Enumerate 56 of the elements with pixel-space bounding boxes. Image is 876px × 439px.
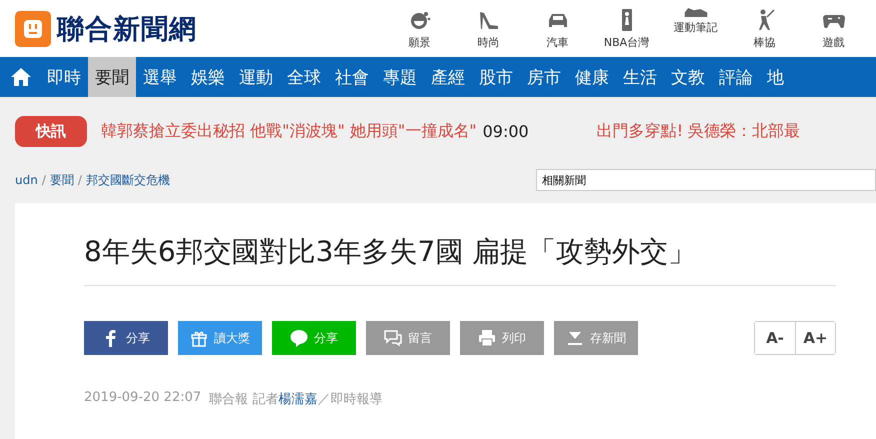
ticker-headline[interactable]: 出門多穿點! 吳德榮：北部最 xyxy=(596,120,800,142)
nav-tab[interactable]: 健康 xyxy=(568,57,616,97)
ticker-time: 09:00 xyxy=(482,122,529,140)
channel-label: 遊戲 xyxy=(822,34,844,50)
nav-tab[interactable]: 評論 xyxy=(712,57,760,97)
breadcrumb-link[interactable]: udn xyxy=(15,173,38,187)
shoe-icon xyxy=(684,8,708,16)
reporter-link[interactable]: 楊濡嘉 xyxy=(278,392,318,407)
channel-link[interactable]: 遊戲 xyxy=(799,8,868,50)
search-field[interactable]: 相關新聞 xyxy=(536,169,876,191)
breaking-news-badge: 快訊 xyxy=(15,116,87,146)
comment-icon xyxy=(384,329,402,347)
breadcrumb-link[interactable]: 邦交國斷交危機 xyxy=(86,172,170,188)
nav-tab[interactable]: 運動 xyxy=(232,57,280,97)
publish-date: 2019-09-20 22:07 xyxy=(84,390,202,407)
nav-tab[interactable]: 產經 xyxy=(424,57,472,97)
nav-tab[interactable]: 股市 xyxy=(472,57,520,97)
channel-link[interactable]: NBA台灣 xyxy=(592,8,661,50)
channel-label: 時尚 xyxy=(478,34,500,50)
gift-icon xyxy=(190,329,208,347)
breadcrumb-separator: / xyxy=(78,173,82,187)
nav-tab[interactable]: 專題 xyxy=(376,57,424,97)
channel-label: 棒協 xyxy=(754,34,776,50)
nav-tab[interactable]: 社會 xyxy=(328,57,376,97)
nav-tab[interactable]: 文教 xyxy=(664,57,712,97)
nav-tab[interactable]: 即時 xyxy=(40,57,88,97)
home-icon[interactable] xyxy=(10,67,32,87)
ticker-headline[interactable]: 韓郭蔡搶立委出秘招 他戰"消波塊" 她用頭"一撞成名" xyxy=(101,120,477,142)
printer-icon xyxy=(478,329,496,347)
nav-tab[interactable]: 娛樂 xyxy=(184,57,232,97)
nav-tab[interactable]: 全球 xyxy=(280,57,328,97)
article-title: 8年失6邦交國對比3年多失7國 扁提「攻勢外交」 xyxy=(84,233,836,286)
logo-icon xyxy=(15,10,51,46)
channel-label: 汽車 xyxy=(546,34,568,50)
nav-tab[interactable]: 要聞 xyxy=(88,57,136,97)
nav-tab[interactable]: 生活 xyxy=(616,57,664,97)
article-byline: 聯合報 記者楊濡嘉／即時報導 xyxy=(209,391,382,408)
share-button[interactable]: 讀大獎 xyxy=(178,321,262,355)
channel-link[interactable]: 願景 xyxy=(385,8,454,50)
download-icon xyxy=(566,329,584,347)
share-button[interactable]: 分享 xyxy=(84,321,168,355)
channel-link[interactable]: 運動筆記 xyxy=(661,8,730,50)
channel-label: 願景 xyxy=(408,34,430,50)
nav-tab[interactable]: 房市 xyxy=(520,57,568,97)
channel-label: NBA台灣 xyxy=(604,34,650,50)
channel-link[interactable]: 汽車 xyxy=(523,8,592,50)
channel-link[interactable]: 棒協 xyxy=(730,8,799,50)
channel-link[interactable]: 時尚 xyxy=(454,8,523,50)
nav-tab[interactable]: 地 xyxy=(760,57,791,97)
nav-tab[interactable]: 選舉 xyxy=(136,57,184,97)
speech-bubble-icon xyxy=(290,329,308,347)
font-size-button[interactable]: A+ xyxy=(795,322,835,354)
breadcrumb-separator: / xyxy=(42,173,46,187)
channel-label: 運動筆記 xyxy=(674,20,718,34)
site-logo-text: 聯合新聞網 xyxy=(57,12,197,46)
breadcrumb-link[interactable]: 要聞 xyxy=(50,172,74,188)
